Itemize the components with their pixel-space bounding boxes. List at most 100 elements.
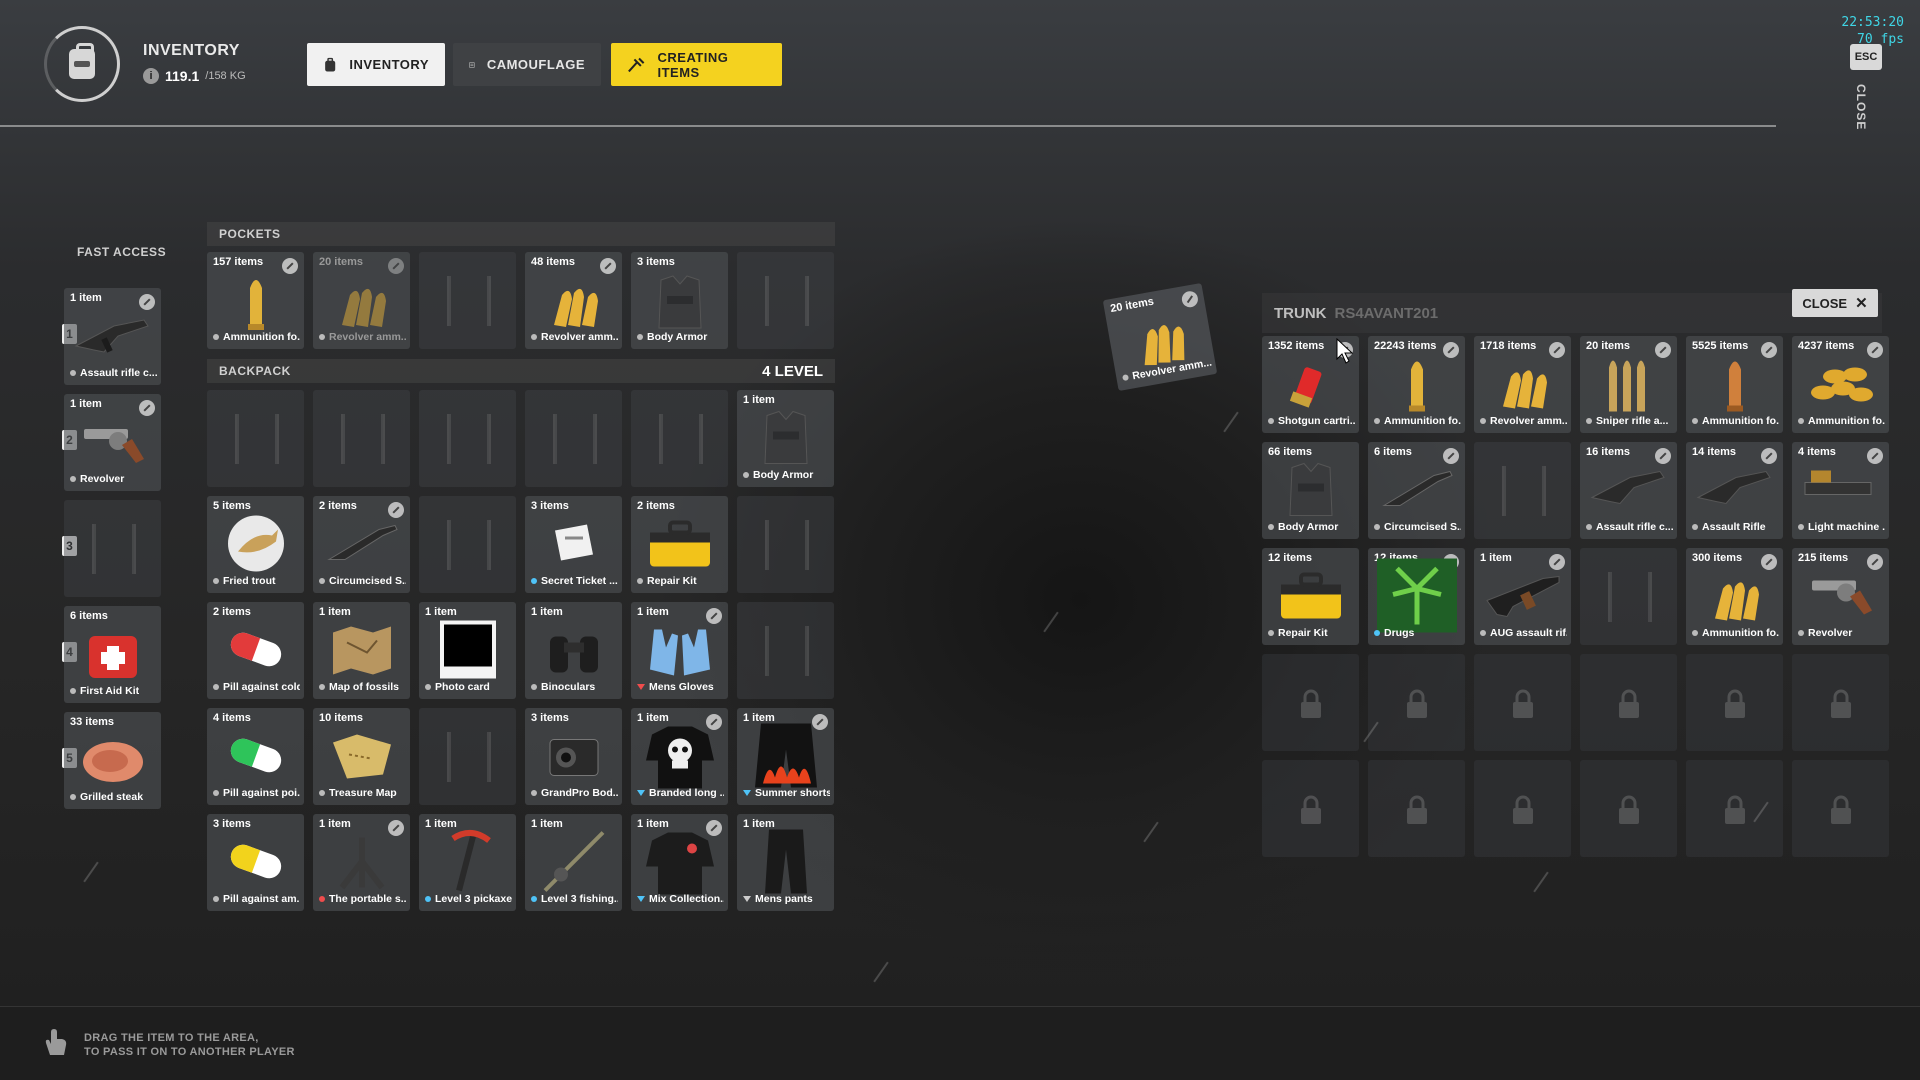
pocket-slot-empty[interactable]	[419, 252, 516, 349]
grid-slot-empty[interactable]	[419, 390, 516, 487]
grid-slot-empty[interactable]	[313, 390, 410, 487]
machine-gun-icon	[1801, 465, 1881, 520]
grid-slot-empty[interactable]	[419, 496, 516, 593]
link-icon[interactable]	[1443, 448, 1459, 464]
pocket-slot[interactable]: 157 items Ammunition fo...	[207, 252, 304, 349]
grid-slot[interactable]: 4237 items Ammunition fo...	[1792, 336, 1889, 433]
grid-slot[interactable]: 6 items Circumcised S...	[1368, 442, 1465, 539]
grid-slot[interactable]: 1 item Level 3 fishing...	[525, 814, 622, 911]
link-icon[interactable]	[1761, 448, 1777, 464]
grid-slot[interactable]: 1 item Map of fossils	[313, 602, 410, 699]
link-icon[interactable]	[388, 258, 404, 274]
link-icon[interactable]	[282, 258, 298, 274]
link-icon[interactable]	[1180, 289, 1200, 309]
locked-slot	[1580, 760, 1677, 857]
grid-slot[interactable]: 1718 items Revolver amm...	[1474, 336, 1571, 433]
rain-streak	[1043, 611, 1059, 633]
grid-slot[interactable]: 1 item Photo card	[419, 602, 516, 699]
pocket-slot[interactable]: 3 items Body Armor	[631, 252, 728, 349]
grid-slot[interactable]: 12 items Drugs	[1368, 548, 1465, 645]
info-icon[interactable]: i	[143, 68, 159, 84]
grid-slot[interactable]: 3 items Pill against am...	[207, 814, 304, 911]
item-count: 3 items	[531, 500, 569, 512]
tab-camouflage[interactable]: CAMOUFLAGE	[453, 43, 601, 86]
map-icon	[327, 623, 397, 682]
grid-slot-empty[interactable]	[419, 708, 516, 805]
grid-slot[interactable]: 1 item Mens Gloves	[631, 602, 728, 699]
grid-slot[interactable]: 4 items Light machine ...	[1792, 442, 1889, 539]
grid-slot[interactable]: 215 items Revolver	[1792, 548, 1889, 645]
grid-slot[interactable]: 1 item Summer shorts	[737, 708, 834, 805]
link-icon[interactable]	[1655, 448, 1671, 464]
item-count: 1 item	[425, 606, 457, 618]
link-icon[interactable]	[388, 502, 404, 518]
fast-slot-2[interactable]: 1 item Revolver	[64, 394, 161, 491]
link-icon[interactable]	[1761, 554, 1777, 570]
grid-slot[interactable]: 22243 items Ammunition fo...	[1368, 336, 1465, 433]
grid-slot-empty[interactable]	[1474, 442, 1571, 539]
fast-slot-3[interactable]	[64, 500, 161, 597]
locked-slot	[1580, 654, 1677, 751]
bullets-icon	[341, 289, 386, 328]
grid-slot[interactable]: 4 items Pill against poi...	[207, 708, 304, 805]
grid-slot[interactable]: 1 item Branded long ...	[631, 708, 728, 805]
pocket-slot[interactable]: 48 items Revolver amm...	[525, 252, 622, 349]
link-icon[interactable]	[1549, 554, 1565, 570]
link-icon[interactable]	[1867, 554, 1883, 570]
grid-slot-empty[interactable]	[207, 390, 304, 487]
pants-icon	[761, 826, 811, 903]
link-icon[interactable]	[1443, 342, 1459, 358]
grid-slot-empty[interactable]	[1580, 548, 1677, 645]
grid-slot-empty[interactable]	[631, 390, 728, 487]
link-icon[interactable]	[139, 294, 155, 310]
rarity-dot	[1798, 524, 1804, 530]
grid-slot[interactable]: 10 items Treasure Map	[313, 708, 410, 805]
drag-hand-icon	[45, 1029, 67, 1055]
grid-slot[interactable]: 1 item Mix Collection...	[631, 814, 728, 911]
grid-slot[interactable]: 1 item Level 3 pickaxe	[419, 814, 516, 911]
grid-slot[interactable]: 2 items Repair Kit	[631, 496, 728, 593]
link-icon[interactable]	[1867, 448, 1883, 464]
grid-slot[interactable]: 2 items Pill against cold	[207, 602, 304, 699]
fast-slot-4[interactable]: 6 items First Aid Kit	[64, 606, 161, 703]
grid-slot[interactable]: 5 items Fried trout	[207, 496, 304, 593]
grid-slot[interactable]: 2 items Circumcised S...	[313, 496, 410, 593]
backpack-title: BACKPACK	[219, 364, 291, 378]
grid-slot[interactable]: 1 item AUG assault rif...	[1474, 548, 1571, 645]
fast-slot-1[interactable]: 1 item Assault rifle c...	[64, 288, 161, 385]
pocket-slot[interactable]: 20 items Revolver amm...	[313, 252, 410, 349]
shotgun-icon	[325, 524, 399, 569]
grid-slot[interactable]: 66 items Body Armor	[1262, 442, 1359, 539]
link-icon[interactable]	[600, 258, 616, 274]
grid-slot-empty[interactable]	[737, 602, 834, 699]
grid-slot[interactable]: 5525 items Ammunition fo...	[1686, 336, 1783, 433]
trunk-close-button[interactable]: CLOSE ✕	[1792, 289, 1878, 317]
dragged-item[interactable]: 20 items Revolver amm...	[1102, 283, 1218, 391]
grid-slot[interactable]: 300 items Ammunition fo...	[1686, 548, 1783, 645]
link-icon[interactable]	[1761, 342, 1777, 358]
tab-inventory[interactable]: INVENTORY	[307, 43, 445, 86]
grid-slot[interactable]: 20 items Sniper rifle a...	[1580, 336, 1677, 433]
tab-creating-items[interactable]: CREATING ITEMS	[611, 43, 782, 86]
grid-slot[interactable]: 1 item The portable s...	[313, 814, 410, 911]
link-icon[interactable]	[1549, 342, 1565, 358]
grid-slot[interactable]: 1 item Body Armor	[737, 390, 834, 487]
link-icon[interactable]	[1867, 342, 1883, 358]
grid-slot[interactable]: 3 items Secret Ticket ...	[525, 496, 622, 593]
grid-slot[interactable]: 1 item Mens pants	[737, 814, 834, 911]
item-count: 4 items	[1798, 446, 1836, 458]
close-label[interactable]: CLOSE	[1854, 84, 1868, 130]
grid-slot[interactable]: 3 items GrandPro Bod...	[525, 708, 622, 805]
grid-slot[interactable]: 16 items Assault rifle c...	[1580, 442, 1677, 539]
pocket-slot-empty[interactable]	[737, 252, 834, 349]
category-chevron-icon	[743, 790, 751, 796]
grid-slot-empty[interactable]	[525, 390, 622, 487]
grid-slot-empty[interactable]	[737, 496, 834, 593]
esc-button[interactable]: ESC	[1850, 44, 1882, 70]
grid-slot[interactable]: 1 item Binoculars	[525, 602, 622, 699]
link-icon[interactable]	[139, 400, 155, 416]
fast-slot-5[interactable]: 33 items Grilled steak	[64, 712, 161, 809]
grid-slot[interactable]: 12 items Repair Kit	[1262, 548, 1359, 645]
grid-slot[interactable]: 14 items Assault Rifle	[1686, 442, 1783, 539]
rarity-dot	[319, 334, 325, 340]
